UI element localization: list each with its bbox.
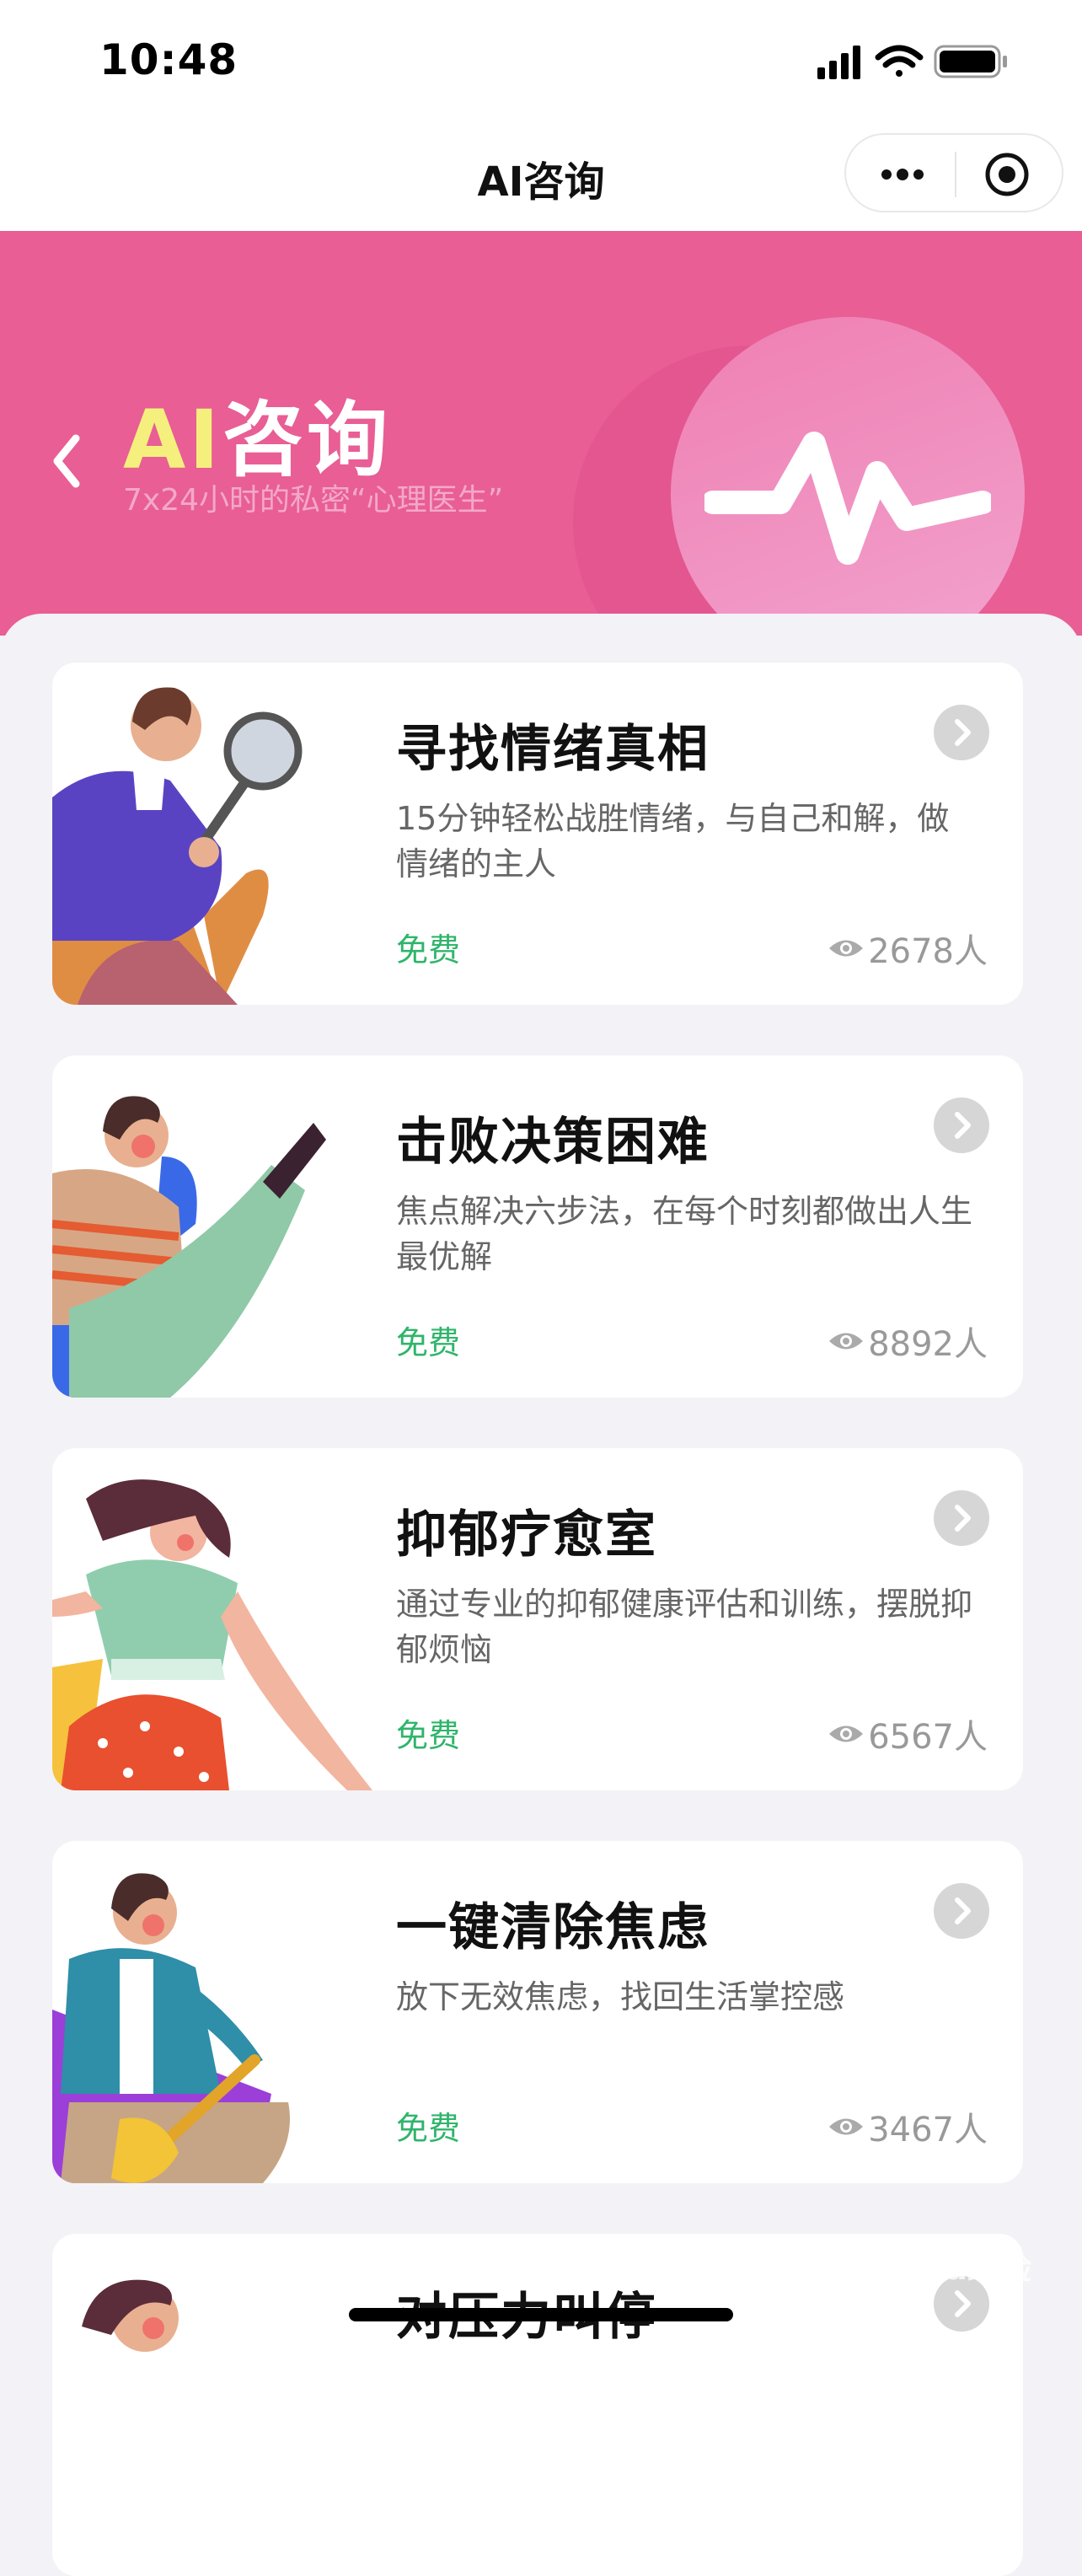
back-chevron-icon[interactable] — [49, 432, 83, 491]
chevron-right-icon[interactable] — [934, 1097, 989, 1153]
watermark-logo: Baidu经验 — [865, 2250, 1031, 2287]
view-count: 2678人 — [828, 924, 988, 973]
card-title: 寻找情绪真相 — [396, 720, 710, 779]
eye-icon — [829, 2118, 864, 2135]
price-label: 免费 — [396, 1324, 461, 1361]
man-sweeping-illustration — [52, 1873, 290, 2183]
price-label: 免费 — [396, 1717, 461, 1754]
person-jumping-illustration — [52, 1096, 326, 1398]
card-title: 击败决策困难 — [396, 1113, 710, 1172]
course-list: 寻找情绪真相 15分钟轻松战胜情绪，与自己和解，做情绪的主人 免费 2678人 … — [0, 614, 1082, 2576]
view-count: 6567人 — [828, 1709, 988, 1758]
eye-icon — [829, 1725, 864, 1742]
person-illustration — [82, 2279, 179, 2352]
course-card[interactable]: 击败决策困难 焦点解决六步法，在每个时刻都做出人生最优解 免费 8892人 — [52, 1055, 1023, 1398]
more-icon[interactable] — [865, 152, 940, 197]
price-label: 免费 — [396, 2110, 461, 2147]
view-count-value: 8892人 — [868, 1325, 988, 1364]
nav-bar: AI咨询 — [0, 118, 1082, 231]
course-card[interactable]: 一键清除焦虑 放下无效焦虑，找回生活掌控感 免费 3467人 — [52, 1841, 1023, 2183]
view-count-value: 6567人 — [868, 1718, 988, 1757]
eye-icon — [829, 940, 864, 957]
hero-title: AI咨询 — [123, 374, 391, 491]
pulse-icon — [704, 432, 991, 565]
status-time: 10:48 — [99, 35, 238, 84]
battery-icon — [934, 45, 1007, 78]
card-description: 通过专业的抑郁健康评估和训练，摆脱抑郁烦恼 — [396, 1586, 973, 1668]
card-description: 放下无效焦虑，找回生活掌控感 — [396, 1978, 845, 2015]
woman-dancing-illustration — [52, 1479, 372, 1790]
view-count: 8892人 — [828, 1317, 988, 1366]
card-description: 焦点解决六步法，在每个时刻都做出人生最优解 — [396, 1193, 973, 1275]
chevron-right-icon[interactable] — [934, 705, 989, 760]
wifi-icon — [875, 45, 924, 77]
hero-subtitle: 7x24小时的私密“心理医生” — [123, 483, 504, 518]
signal-icon — [817, 46, 860, 79]
mini-program-capsule — [844, 133, 1063, 212]
status-bar: 10:48 — [0, 0, 1082, 118]
chevron-right-icon[interactable] — [934, 1883, 989, 1939]
view-count: 3467人 — [828, 2102, 988, 2151]
price-label: 免费 — [396, 931, 461, 969]
close-target-icon[interactable] — [969, 152, 1045, 197]
course-card[interactable]: 寻找情绪真相 15分钟轻松战胜情绪，与自己和解，做情绪的主人 免费 2678人 — [52, 663, 1023, 1005]
hero-title-rest: 咨询 — [222, 393, 392, 487]
view-count-value: 3467人 — [868, 2111, 988, 2149]
status-icons — [817, 45, 1007, 79]
person-magnifier-illustration — [52, 687, 303, 1005]
course-card[interactable]: 抑郁疗愈室 通过专业的抑郁健康评估和训练，摆脱抑郁烦恼 免费 6567人 — [52, 1448, 1023, 1790]
capsule-divider — [955, 152, 956, 197]
card-title: 一键清除焦虑 — [396, 1898, 710, 1957]
eye-icon — [829, 1333, 864, 1350]
view-count-value: 2678人 — [868, 932, 988, 971]
hero-title-ai: AI — [123, 393, 223, 487]
card-description: 15分钟轻松战胜情绪，与自己和解，做情绪的主人 — [396, 800, 950, 883]
home-indicator[interactable] — [349, 2308, 733, 2321]
chevron-right-icon[interactable] — [934, 1490, 989, 1546]
card-title: 抑郁疗愈室 — [396, 1505, 657, 1564]
hero-banner: AI咨询 7x24小时的私密“心理医生” — [0, 231, 1082, 636]
